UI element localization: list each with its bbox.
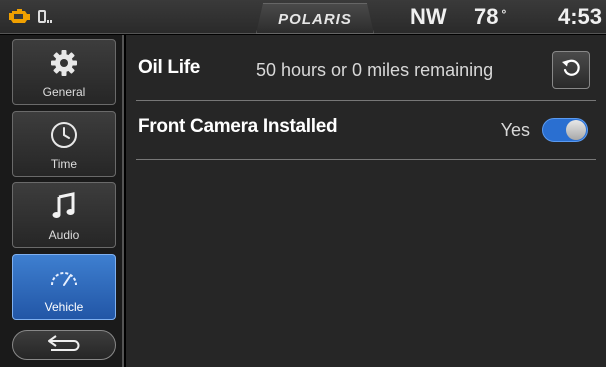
clock: 4:53 (557, 4, 602, 29)
temperature-readout: 78 ° (474, 4, 506, 30)
sidebar: General Time Audio Vehicle (0, 35, 124, 367)
sidebar-item-label: General (42, 85, 86, 99)
phone-signal-icon (38, 9, 52, 23)
back-button[interactable] (12, 330, 116, 360)
sidebar-item-general[interactable]: General (12, 39, 116, 105)
reset-oil-life-button[interactable] (552, 51, 590, 89)
sidebar-item-label: Time (50, 157, 78, 171)
sidebar-item-time[interactable]: Time (12, 111, 116, 177)
sidebar-item-label: Vehicle (44, 300, 84, 314)
oil-life-row: Oil Life 50 hours or 0 miles remaining (136, 42, 596, 101)
temperature-value: 78 (474, 4, 499, 29)
sidebar-item-label: Audio (48, 228, 80, 242)
toggle-knob (566, 120, 586, 140)
front-camera-toggle[interactable] (542, 118, 588, 142)
reset-icon (560, 57, 582, 84)
oil-life-value: 50 hours or 0 miles remaining (256, 60, 494, 80)
front-camera-label: Front Camera Installed (138, 116, 338, 137)
brand-tab[interactable]: POLARIS (256, 3, 374, 34)
gear-icon (13, 48, 115, 78)
speedometer-icon (13, 263, 115, 293)
front-camera-row: Front Camera Installed Yes (136, 101, 596, 160)
front-camera-value: Yes (500, 120, 530, 140)
status-bar: POLARIS NW 78 ° 4:53 (0, 0, 606, 34)
back-arrow-icon (44, 333, 84, 358)
brand-logo: POLARIS (278, 11, 352, 28)
compass-heading: NW (410, 4, 447, 29)
oil-life-label: Oil Life (138, 57, 200, 78)
sidebar-item-vehicle[interactable]: Vehicle (12, 254, 116, 320)
degree-symbol: ° (501, 7, 507, 21)
engine-warning-icon (6, 7, 32, 25)
status-icons (6, 7, 52, 25)
vehicle-settings-panel: Oil Life 50 hours or 0 miles remaining F… (126, 35, 606, 367)
clock-icon (13, 120, 115, 150)
sidebar-item-audio[interactable]: Audio (12, 182, 116, 248)
music-note-icon (13, 191, 115, 221)
